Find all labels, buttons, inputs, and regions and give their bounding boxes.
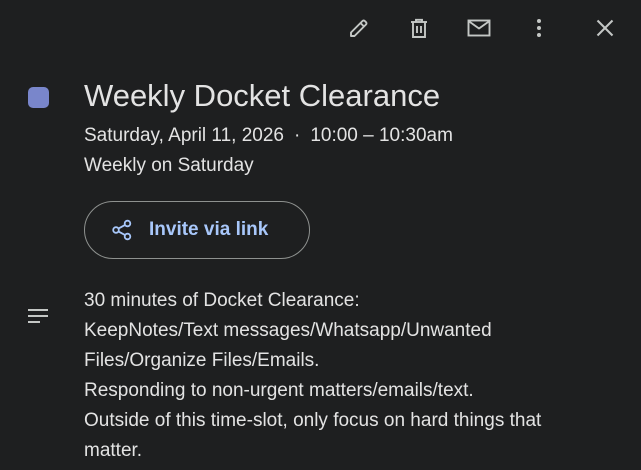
notes-icon (28, 309, 48, 323)
edit-button[interactable] (339, 8, 379, 48)
event-title: Weekly Docket Clearance (84, 78, 441, 113)
pencil-icon (350, 19, 368, 37)
invite-via-link-button[interactable]: Invite via link (84, 201, 310, 259)
email-guests-button[interactable] (459, 8, 499, 48)
event-recurrence: Weekly on Saturday (84, 155, 254, 176)
description-line: Outside of this time-slot, only focus on… (84, 410, 542, 431)
more-options-button[interactable] (519, 8, 559, 48)
description-line: 30 minutes of Docket Clearance: (84, 290, 360, 311)
event-datetime: Saturday, April 11, 2026 · 10:00 – 10:30am (84, 123, 453, 149)
delete-button[interactable] (399, 8, 439, 48)
datetime-separator: · (293, 125, 301, 146)
more-vert-icon (537, 19, 541, 37)
event-color-swatch (28, 87, 49, 108)
close-button[interactable] (585, 8, 625, 48)
description-line: matter. (84, 440, 143, 461)
share-icon (111, 219, 133, 241)
description-line: Responding to non-urgent matters/emails/… (84, 380, 474, 401)
invite-label: Invite via link (149, 219, 269, 240)
description-line: KeepNotes/Text messages/Whatsapp/Unwante… (84, 320, 492, 341)
trash-icon (411, 18, 427, 38)
description-line: Files/Organize Files/Emails. (84, 350, 320, 371)
close-icon (596, 19, 614, 37)
event-date: Saturday, April 11, 2026 (84, 125, 284, 146)
event-time: 10:00 – 10:30am (310, 125, 453, 146)
email-icon (467, 19, 491, 37)
event-description: 30 minutes of Docket Clearance: KeepNote… (84, 286, 634, 466)
